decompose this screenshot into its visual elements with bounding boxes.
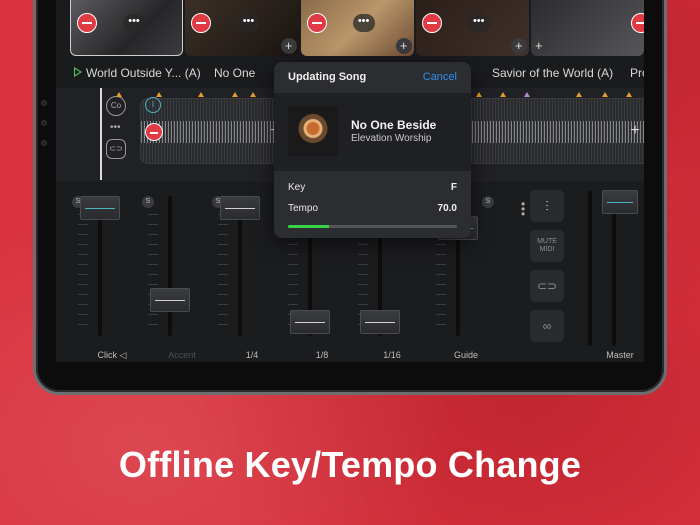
app-screen: ••• ••• + ••• + ••• + + World Outside Y.… [56, 0, 644, 362]
fader-handle[interactable] [150, 288, 190, 312]
add-icon[interactable]: + [530, 38, 547, 54]
more-icon[interactable]: ••• [106, 122, 130, 133]
add-icon[interactable]: + [395, 38, 412, 54]
channel-label: 1/16 [383, 350, 401, 360]
song-title-last[interactable]: Pro [630, 66, 644, 80]
channel-label: Click ◁ [97, 350, 127, 360]
loop-icon[interactable]: ⊂⊃ [530, 270, 564, 302]
fader-handle[interactable] [80, 196, 120, 220]
progress-fill [288, 225, 329, 228]
remove-icon[interactable] [145, 123, 163, 141]
marker [576, 92, 582, 97]
marker [156, 92, 162, 97]
channel-click: S Click ◁ [68, 186, 136, 362]
fader-handle[interactable] [290, 310, 330, 334]
dialog-header: Updating Song Cancel [274, 62, 471, 93]
fader-ticks [218, 214, 228, 334]
add-icon[interactable]: + [627, 123, 643, 139]
more-vertical-icon[interactable]: • • • [521, 198, 525, 220]
key-label: Key [288, 182, 306, 193]
marker [500, 92, 506, 97]
album-card[interactable]: ••• + [185, 0, 299, 56]
side-dot [41, 100, 47, 106]
fader-handle[interactable] [360, 310, 400, 334]
playhead[interactable] [100, 88, 102, 180]
remove-icon[interactable] [630, 13, 644, 33]
master-fader-handle[interactable] [602, 190, 638, 214]
marker [232, 92, 238, 97]
marker [116, 92, 122, 97]
album-card[interactable]: ••• + [300, 0, 414, 56]
setlist-album-row: ••• ••• + ••• + ••• + + [70, 0, 644, 58]
marker [602, 92, 608, 97]
marker [198, 92, 204, 97]
tempo-label: Tempo [288, 203, 319, 214]
marker [626, 92, 632, 97]
link-icon[interactable]: ∞ [530, 310, 564, 342]
side-dot [41, 120, 47, 126]
more-options-icon[interactable]: ••• [237, 14, 260, 32]
channel-label: Guide [453, 350, 479, 360]
mixer-sliders-icon[interactable]: ⫶ [530, 190, 564, 222]
cancel-button[interactable]: Cancel [423, 71, 457, 83]
side-dot [41, 140, 47, 146]
song-artist: Elevation Worship [351, 133, 432, 144]
fader-ticks [78, 214, 88, 334]
album-art [288, 106, 338, 156]
fader-ticks [148, 214, 158, 334]
channel-label: 1/8 [315, 350, 329, 360]
song-title-next[interactable]: No One [214, 66, 255, 80]
remove-icon[interactable] [421, 13, 442, 33]
song-title-current[interactable]: World Outside Y... (A) [86, 66, 201, 80]
more-options-icon[interactable]: ••• [123, 14, 145, 32]
updating-song-dialog: Updating Song Cancel No One Beside Eleva… [274, 62, 471, 238]
fader-track[interactable] [168, 196, 172, 336]
update-progress-bar [288, 225, 457, 228]
tablet-frame: ••• ••• + ••• + ••• + + World Outside Y.… [33, 0, 667, 395]
channel-master: Master [576, 186, 644, 362]
section-marker-icon[interactable]: I [145, 97, 161, 113]
dialog-title: Updating Song [288, 71, 367, 83]
channel-quarter: S 1/4 [208, 186, 276, 362]
album-card[interactable]: ••• [70, 0, 184, 56]
remove-icon[interactable] [77, 13, 97, 33]
song-title-later[interactable]: Savior of the World (A) [492, 66, 613, 80]
fader-track[interactable] [588, 190, 592, 346]
count-in-icon[interactable]: Co [106, 96, 126, 116]
mute-midi-label: MUTE MIDI [537, 238, 557, 253]
marker [476, 92, 482, 97]
promo-caption: Offline Key/Tempo Change [118, 444, 582, 485]
marker [524, 92, 530, 97]
remove-icon[interactable] [306, 13, 327, 33]
fader-handle[interactable] [220, 196, 260, 220]
add-icon[interactable]: + [280, 38, 297, 54]
solo-button[interactable]: S [142, 196, 154, 208]
more-options-icon[interactable]: ••• [467, 14, 490, 32]
key-value: F [450, 182, 457, 193]
song-info: No One Beside Elevation Worship [274, 93, 471, 171]
add-icon[interactable]: + [510, 38, 527, 54]
channel-accent: S Accent [138, 186, 206, 362]
solo-button[interactable]: S [482, 196, 494, 208]
side-controls: ⫶ MUTE MIDI ⊂⊃ ∞ [530, 190, 570, 350]
song-name: No One Beside [351, 118, 437, 132]
album-card[interactable]: + [530, 0, 644, 56]
loop-icon[interactable]: ⊂⊃ [106, 139, 126, 159]
more-options-icon[interactable]: ••• [352, 14, 375, 32]
waveform-controls: Co ••• ⊂⊃ [106, 96, 130, 166]
remove-icon[interactable] [191, 13, 212, 33]
channel-label: Accent [168, 350, 196, 360]
marker [250, 92, 256, 97]
play-icon[interactable] [74, 67, 82, 77]
channel-label: 1/4 [245, 350, 259, 360]
tempo-value: 70.0 [437, 203, 457, 214]
album-card[interactable]: ••• + [415, 0, 529, 56]
waveform-section[interactable]: I + [140, 97, 280, 164]
mute-midi-button[interactable]: MUTE MIDI [530, 230, 564, 262]
master-label: Master [606, 350, 634, 360]
